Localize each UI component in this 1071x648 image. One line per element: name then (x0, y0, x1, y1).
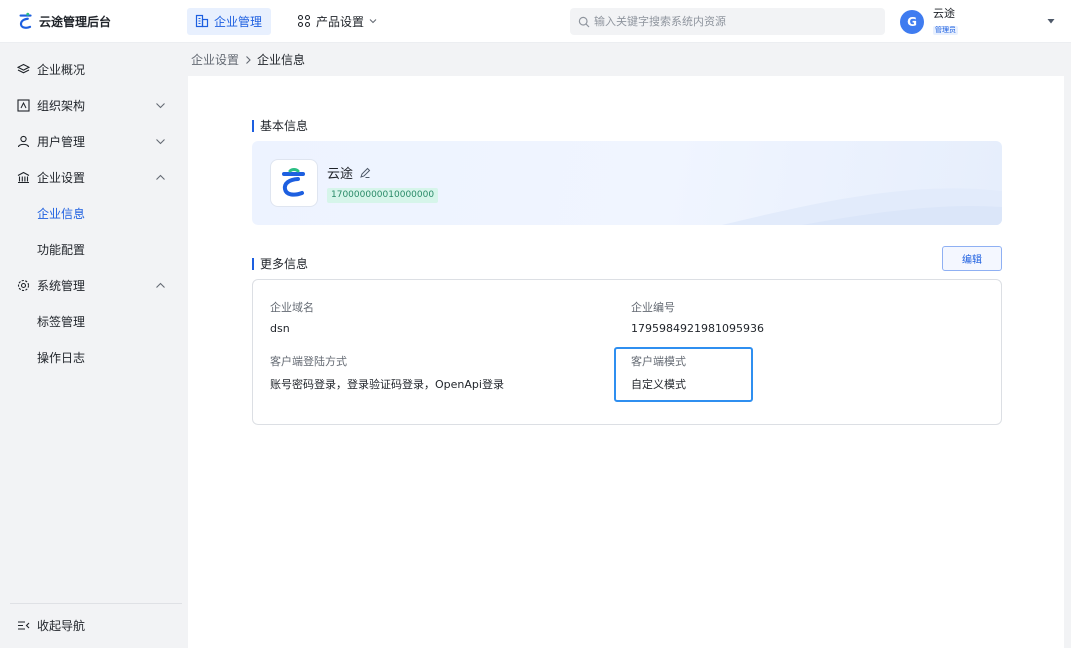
brand-title: 云途管理后台 (39, 14, 112, 29)
user-icon (17, 135, 30, 147)
chevron-down-icon (156, 102, 165, 108)
user-name: 云途 (933, 7, 955, 20)
gear-icon (17, 279, 30, 291)
field-label-enterprise-number: 企业编号 (631, 301, 675, 314)
sidebar-item-feature-config[interactable]: 功能配置 (0, 231, 187, 267)
sidebar-item-label: 用户管理 (37, 134, 86, 149)
sidebar: 企业概况 组织架构 用户管理 企业设置 企业信息 功能配置 系统管理 标签管理 … (0, 43, 187, 648)
sidebar-item-system[interactable]: 系统管理 (0, 267, 187, 303)
sidebar-item-tags[interactable]: 标签管理 (0, 303, 187, 339)
sidebar-item-label: 企业设置 (37, 170, 86, 185)
global-search[interactable] (570, 8, 885, 35)
company-logo-icon (282, 168, 305, 197)
card-decoration (722, 188, 1002, 225)
bank-icon (17, 171, 30, 183)
chevron-up-icon (156, 174, 165, 180)
company-name: 云途 (327, 163, 371, 182)
chevron-right-icon (246, 55, 251, 64)
sidebar-item-enterprise-settings[interactable]: 企业设置 (0, 159, 187, 195)
search-icon (578, 16, 590, 27)
sidebar-item-label: 组织架构 (37, 98, 86, 113)
user-meta: 云途 管理员 (933, 8, 958, 35)
company-name-text: 云途 (327, 167, 354, 182)
sidebar-item-label: 操作日志 (37, 350, 86, 365)
section-title-text: 基本信息 (260, 119, 309, 133)
breadcrumb-current: 企业信息 (257, 53, 306, 67)
edit-pencil-icon[interactable] (359, 167, 371, 179)
avatar: G (900, 9, 924, 34)
brand[interactable]: 云途管理后台 (0, 12, 187, 30)
highlight-box (614, 347, 753, 402)
field-value-enterprise-number: 1795984921981095936 (631, 322, 764, 335)
topnav-label: 企业管理 (214, 14, 263, 29)
field-label-login-methods: 客户端登陆方式 (270, 355, 347, 368)
field-value-login-methods: 账号密码登录，登录验证码登录，OpenApi登录 (270, 378, 504, 391)
collapse-nav-label: 收起导航 (37, 618, 86, 633)
user-role-badge: 管理员 (933, 26, 958, 35)
user-menu[interactable]: G 云途 管理员 (900, 8, 958, 35)
top-header: 云途管理后台 企业管理 产品设置 输入关键字搜索系统内资源 G 云途 管理员 (0, 0, 1071, 43)
caret-down-icon[interactable] (1046, 16, 1056, 26)
search-input[interactable] (594, 15, 874, 28)
sidebar-item-label: 功能配置 (37, 242, 86, 257)
breadcrumb: 企业设置 企业信息 (191, 51, 305, 68)
chevron-up-icon (156, 282, 165, 288)
field-label-domain: 企业域名 (270, 301, 314, 314)
sidebar-item-label: 系统管理 (37, 278, 86, 293)
topnav-enterprise-management[interactable]: 企业管理 (187, 7, 272, 35)
top-nav: 企业管理 产品设置 (187, 0, 405, 43)
topnav-product-settings[interactable]: 产品设置 (289, 8, 387, 35)
edit-button[interactable]: 编辑 (942, 246, 1002, 271)
more-info-title: 更多信息 (252, 255, 308, 272)
sidebar-item-overview[interactable]: 企业概况 (0, 51, 187, 87)
sidebar-item-enterprise-info[interactable]: 企业信息 (0, 195, 187, 231)
chevron-down-icon (369, 19, 377, 24)
sidebar-divider (10, 603, 182, 604)
company-card: 云途 170000000010000000 (252, 141, 1002, 225)
org-chart-icon (17, 98, 30, 112)
sidebar-item-logs[interactable]: 操作日志 (0, 339, 187, 375)
collapse-nav-button[interactable]: 收起导航 (0, 607, 187, 643)
sidebar-item-label: 企业信息 (37, 206, 86, 221)
layers-icon (17, 63, 30, 73)
breadcrumb-parent[interactable]: 企业设置 (191, 51, 239, 68)
collapse-icon (18, 620, 30, 630)
brand-logo-icon (19, 12, 32, 29)
section-bar (252, 257, 254, 270)
sidebar-item-org[interactable]: 组织架构 (0, 87, 187, 123)
topnav-label: 产品设置 (316, 14, 365, 29)
product-icon (297, 14, 311, 28)
sidebar-item-users[interactable]: 用户管理 (0, 123, 187, 159)
sidebar-item-label: 企业概况 (37, 62, 86, 77)
basic-info-title: 基本信息 (252, 117, 308, 134)
section-title-text: 更多信息 (260, 257, 309, 271)
building-icon (195, 14, 209, 28)
company-id-badge: 170000000010000000 (327, 188, 439, 203)
field-value-domain: dsn (270, 322, 290, 335)
company-logo (270, 159, 318, 207)
sidebar-item-label: 标签管理 (37, 314, 86, 329)
chevron-down-icon (156, 138, 165, 144)
section-bar (252, 119, 254, 132)
